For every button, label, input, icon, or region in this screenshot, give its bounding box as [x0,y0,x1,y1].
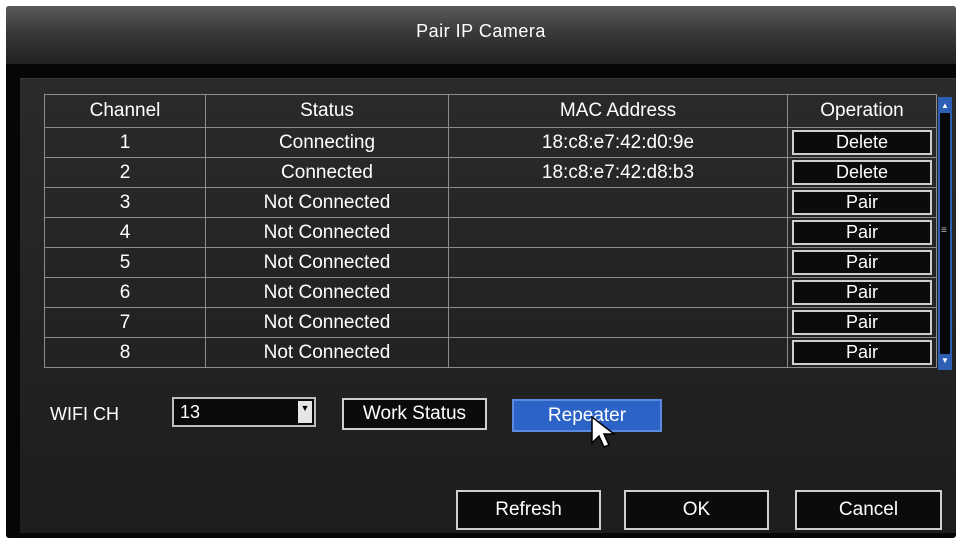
status-cell: Not Connected [205,277,449,308]
status-cell: Not Connected [205,187,449,218]
scroll-grip-icon[interactable]: ≡ [941,226,949,236]
mouse-pointer-icon [591,415,617,448]
mac-cell [448,277,788,308]
column-header-status: Status [205,94,449,128]
cancel-button[interactable]: Cancel [795,490,942,530]
column-header-operation: Operation [787,94,937,128]
operation-cell: Delete [787,157,937,188]
mac-cell: 18:c8:e7:42:d0:9e [448,127,788,158]
table-row: 7 Not Connected Pair [44,307,937,338]
status-cell: Not Connected [205,247,449,278]
mac-cell [448,247,788,278]
dialog-title: Pair IP Camera [416,21,546,41]
table-row: 4 Not Connected Pair [44,217,937,248]
repeater-button[interactable]: Repeater [512,399,662,432]
pair-button[interactable]: Pair [792,190,932,215]
column-header-mac-address: MAC Address [448,94,788,128]
delete-button[interactable]: Delete [792,160,932,185]
scroll-up-arrow-icon[interactable]: ▲ [940,99,950,113]
ok-button[interactable]: OK [624,490,769,530]
operation-cell: Pair [787,187,937,218]
delete-button[interactable]: Delete [792,130,932,155]
table-row: 2 Connected 18:c8:e7:42:d8:b3 Delete [44,157,937,188]
table-row: 1 Connecting 18:c8:e7:42:d0:9e Delete [44,127,937,158]
mac-cell [448,307,788,338]
mac-cell [448,217,788,248]
wifi-channel-select[interactable]: 13 ▼ [172,397,316,427]
status-cell: Not Connected [205,307,449,338]
mac-cell [448,337,788,368]
wifi-channel-label: WIFI CH [50,404,119,424]
channel-cell: 8 [44,337,206,368]
status-cell: Connecting [205,127,449,158]
status-cell: Not Connected [205,337,449,368]
channel-cell: 1 [44,127,206,158]
pair-button[interactable]: Pair [792,310,932,335]
pair-button[interactable]: Pair [792,280,932,305]
channel-cell: 3 [44,187,206,218]
column-header-channel: Channel [44,94,206,128]
channel-cell: 6 [44,277,206,308]
title-bar: Pair IP Camera [6,6,956,64]
status-cell: Connected [205,157,449,188]
channel-cell: 4 [44,217,206,248]
operation-cell: Delete [787,127,937,158]
operation-cell: Pair [787,217,937,248]
pair-button[interactable]: Pair [792,250,932,275]
channel-cell: 7 [44,307,206,338]
dropdown-arrow-icon[interactable]: ▼ [298,401,312,423]
status-cell: Not Connected [205,217,449,248]
operation-cell: Pair [787,337,937,368]
pair-button[interactable]: Pair [792,340,932,365]
mac-cell: 18:c8:e7:42:d8:b3 [448,157,788,188]
work-status-button[interactable]: Work Status [342,398,487,430]
operation-cell: Pair [787,307,937,338]
operation-cell: Pair [787,247,937,278]
table-row: 5 Not Connected Pair [44,247,937,278]
operation-cell: Pair [787,277,937,308]
wifi-channel-value: 13 [180,402,201,422]
table-scrollbar[interactable]: ▲ ≡ ▼ [938,97,952,370]
refresh-button[interactable]: Refresh [456,490,601,530]
camera-channel-table: Channel Status MAC Address Operation 1 C… [44,94,937,368]
pair-button[interactable]: Pair [792,220,932,245]
channel-cell: 5 [44,247,206,278]
table-header-row: Channel Status MAC Address Operation [44,94,937,128]
mac-cell [448,187,788,218]
channel-cell: 2 [44,157,206,188]
table-row: 3 Not Connected Pair [44,187,937,218]
scroll-down-arrow-icon[interactable]: ▼ [940,354,950,368]
table-row: 6 Not Connected Pair [44,277,937,308]
table-row: 8 Not Connected Pair [44,337,937,368]
